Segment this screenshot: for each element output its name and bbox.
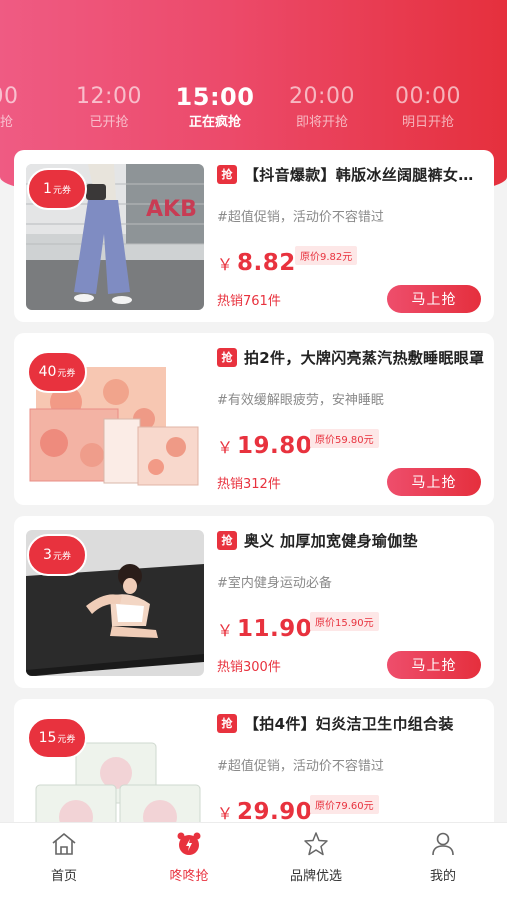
time-slot[interactable]: 20:00 即将开抢 <box>272 82 372 133</box>
coupon-amount: 40 <box>38 364 57 380</box>
bottom-tab-bar: 首页 咚咚抢 品牌优选 我的 <box>0 822 507 900</box>
time-slot-time: :00 <box>0 84 19 109</box>
price-value: 11.90 <box>237 616 313 642</box>
product-image[interactable]: 15 元券 <box>26 713 204 822</box>
coupon-unit: 元券 <box>52 551 71 562</box>
time-slot-time: 20:00 <box>289 84 355 109</box>
home-icon <box>14 831 114 857</box>
time-slot-bar[interactable]: :00 开抢 12:00 已开抢 15:00 正在疯抢 20:00 即将开抢 0… <box>0 82 507 142</box>
user-icon <box>393 831 493 857</box>
sold-count: 热销312件 <box>217 477 281 492</box>
product-price: ￥ 19.80 <box>217 433 312 459</box>
original-price-tag: 原价79.60元 <box>310 795 379 814</box>
tab-brand-picks[interactable]: 品牌优选 <box>266 831 366 891</box>
coupon-amount: 1 <box>43 181 52 197</box>
product-card[interactable]: AKB 1元券 抢 【抖音爆款】韩版冰丝阔腿裤女夏季薄款高腰垂感 #超值促销，活… <box>14 150 494 322</box>
product-price: ￥ 29.90 <box>217 799 312 822</box>
star-icon <box>266 831 366 857</box>
time-slot-status: 已开抢 <box>89 115 129 130</box>
time-slot-status: 明日开抢 <box>401 115 454 130</box>
product-tagline: #超值促销，活动价不容错过 <box>217 210 384 225</box>
tab-label: 首页 <box>50 869 77 884</box>
tab-flash-sale[interactable]: 咚咚抢 <box>139 831 239 891</box>
currency-symbol: ￥ <box>217 621 234 640</box>
buy-now-button[interactable]: 马上抢 <box>387 468 481 496</box>
time-slot-status: 正在疯抢 <box>188 115 241 130</box>
time-slot-time: 12:00 <box>76 84 142 109</box>
tab-me[interactable]: 我的 <box>393 831 493 891</box>
tab-label: 品牌优选 <box>289 869 342 884</box>
product-title-row[interactable]: 抢 拍2件，大牌闪亮蒸汽热敷睡眠眼罩 <box>217 347 485 367</box>
flash-sale-badge: 抢 <box>217 713 237 733</box>
product-tagline: #有效缓解眼疲劳，安神睡眠 <box>217 393 384 408</box>
tab-label: 我的 <box>429 869 456 884</box>
tab-home[interactable]: 首页 <box>14 831 114 891</box>
time-slot-time: 15:00 <box>175 83 255 111</box>
coupon-amount: 3 <box>43 547 52 563</box>
time-slot[interactable]: :00 开抢 <box>0 82 50 133</box>
time-slot-time: 00:00 <box>395 84 461 109</box>
time-slot[interactable]: 00:00 明日开抢 <box>378 82 478 133</box>
product-list[interactable]: AKB 1元券 抢 【抖音爆款】韩版冰丝阔腿裤女夏季薄款高腰垂感 #超值促销，活… <box>14 150 494 822</box>
product-title-row[interactable]: 抢 奥义 加厚加宽健身瑜伽垫 <box>217 530 485 550</box>
flash-sale-badge: 抢 <box>217 530 237 550</box>
coupon-unit: 元券 <box>52 185 71 196</box>
buy-now-button[interactable]: 马上抢 <box>387 651 481 679</box>
currency-symbol: ￥ <box>217 255 234 274</box>
product-title-row[interactable]: 抢 【拍4件】妇炎洁卫生巾组合装 <box>217 713 485 733</box>
time-slot-status: 即将开抢 <box>295 115 348 130</box>
coupon-badge: 1 元券 <box>27 168 87 210</box>
product-image[interactable]: AKB 1 元券 <box>26 164 204 310</box>
product-card[interactable]: 3 元券 抢 奥义 加厚加宽健身瑜伽垫 #室内健身运动必备 ￥ 11.90 原价1… <box>14 516 494 688</box>
price-value: 19.80 <box>237 433 313 459</box>
tab-label: 咚咚抢 <box>169 869 209 884</box>
product-card[interactable]: 15 元券 抢 【拍4件】妇炎洁卫生巾组合装 #超值促销，活动价不容错过 ￥ 29… <box>14 699 494 822</box>
coupon-badge: 15 元券 <box>27 717 87 759</box>
coupon-unit: 元券 <box>57 368 76 379</box>
time-slot-active[interactable]: 15:00 正在疯抢 <box>165 82 265 133</box>
coupon-badge: 3 元券 <box>27 534 87 576</box>
product-image[interactable]: 40 元券 <box>26 347 204 493</box>
product-price: ￥ 11.90 <box>217 616 312 642</box>
original-price-tag: 原价9.82元 <box>295 246 358 265</box>
product-title[interactable]: 【抖音爆款】韩版冰丝阔腿裤女夏季薄款高腰垂感 <box>244 164 485 185</box>
alarm-clock-icon <box>139 831 239 857</box>
currency-symbol: ￥ <box>217 438 234 457</box>
original-price-tag: 原价59.80元 <box>310 429 379 448</box>
original-price-tag: 原价15.90元 <box>310 612 379 631</box>
buy-now-button[interactable]: 马上抢 <box>387 285 481 313</box>
flash-sale-badge: 抢 <box>217 347 237 367</box>
sold-count: 热销761件 <box>217 294 281 309</box>
product-title[interactable]: 奥义 加厚加宽健身瑜伽垫 <box>244 530 485 551</box>
product-image[interactable]: 3 元券 <box>26 530 204 676</box>
coupon-unit: 元券 <box>57 734 76 745</box>
flash-sale-badge: 抢 <box>217 164 237 184</box>
price-value: 8.82 <box>237 250 296 276</box>
sold-count: 热销300件 <box>217 660 281 675</box>
currency-symbol: ￥ <box>217 804 234 822</box>
time-slot-status: 开抢 <box>0 115 13 130</box>
coupon-amount: 15 <box>38 730 57 746</box>
product-title[interactable]: 【拍4件】妇炎洁卫生巾组合装 <box>244 713 485 734</box>
product-price: ￥ 8.82 <box>217 250 296 276</box>
time-slot[interactable]: 12:00 已开抢 <box>59 82 159 133</box>
svg-text:AKB: AKB <box>146 197 197 222</box>
product-title-row[interactable]: 抢 【抖音爆款】韩版冰丝阔腿裤女夏季薄款高腰垂感 <box>217 164 485 184</box>
product-tagline: #超值促销，活动价不容错过 <box>217 759 384 774</box>
product-tagline: #室内健身运动必备 <box>217 576 332 591</box>
price-value: 29.90 <box>237 799 313 822</box>
product-title[interactable]: 拍2件，大牌闪亮蒸汽热敷睡眠眼罩 <box>244 347 485 368</box>
product-card[interactable]: 40 元券 抢 拍2件，大牌闪亮蒸汽热敷睡眠眼罩 #有效缓解眼疲劳，安神睡眠 ￥ … <box>14 333 494 505</box>
coupon-badge: 40 元券 <box>27 351 87 393</box>
